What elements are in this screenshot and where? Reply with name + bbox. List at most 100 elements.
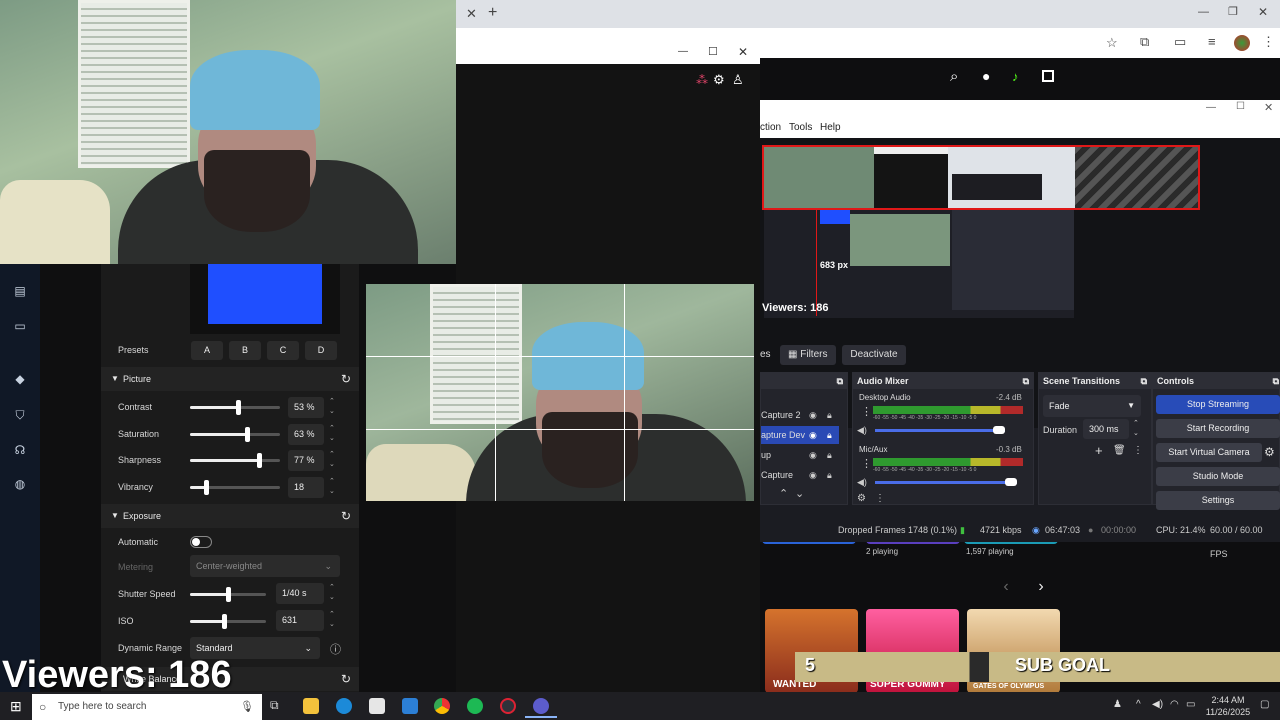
carousel-next-button[interactable]: › (1028, 577, 1054, 599)
eye-icon[interactable]: ◉ (809, 426, 817, 444)
volume-slider[interactable] (875, 478, 1017, 486)
metering-select[interactable]: Center-weighted ⌄ (190, 555, 340, 577)
transition-menu-icon[interactable]: ⋮ (1133, 445, 1143, 456)
spin-up-icon[interactable]: ⌃ (329, 398, 335, 406)
carousel-prev-button[interactable]: ‹ (993, 577, 1019, 599)
spin-down-icon[interactable]: ⌄ (329, 461, 335, 469)
settings-button[interactable]: Settings (1156, 491, 1280, 510)
virtual-camera-settings-icon[interactable]: ⚙ (1264, 445, 1275, 459)
apps-icon[interactable]: ⁂ (696, 73, 708, 87)
shield-icon[interactable]: ⛉ (12, 408, 28, 424)
spotify-icon[interactable] (467, 698, 483, 714)
people-icon[interactable]: ♟ (1113, 699, 1122, 710)
notification-bell-icon[interactable]: ♪ (1012, 69, 1019, 84)
channel-menu-icon[interactable]: ⋮ (861, 457, 872, 470)
menu-item-help[interactable]: Help (820, 122, 841, 133)
channel-menu-icon[interactable]: ⋮ (861, 405, 872, 418)
preset-a-button[interactable]: A (191, 341, 223, 360)
close-icon[interactable]: ✕ (1264, 101, 1273, 114)
chrome-icon[interactable] (434, 698, 450, 714)
network-icon[interactable]: ▭ (1186, 699, 1195, 710)
duration-input[interactable]: 300 ms (1083, 419, 1129, 439)
shutter-speed-value[interactable]: 1/40 s (276, 583, 324, 604)
gear-icon[interactable]: ⚙ (713, 72, 725, 88)
chevron-up-icon[interactable]: ^ (1136, 699, 1141, 710)
lock-icon[interactable]: 🔒︎ (827, 406, 832, 424)
chat-icon[interactable]: ▭ (12, 319, 28, 335)
lock-icon[interactable]: 🔒︎ (827, 466, 832, 484)
search-icon[interactable]: ⌕ (950, 68, 958, 85)
spin-down-icon[interactable]: ⌄ (329, 408, 335, 416)
task-view-icon[interactable]: ⧉ (270, 698, 286, 714)
microphone-icon[interactable]: 🎙︎ (240, 694, 254, 720)
source-row[interactable]: up ◉ 🔒︎ (761, 446, 847, 464)
maximize-icon[interactable]: ☐ (1236, 101, 1245, 112)
spin-up-icon[interactable]: ⌃ (329, 425, 335, 433)
profile-avatar[interactable] (1234, 35, 1250, 51)
spin-down-icon[interactable]: ⌄ (1133, 429, 1139, 437)
reset-icon[interactable]: ↻ (341, 667, 351, 691)
volume-icon[interactable]: ◀) (1152, 699, 1163, 710)
picture-row-value[interactable]: 53 % (288, 397, 324, 418)
close-tab-icon[interactable]: ✕ (466, 6, 477, 22)
studio-mode-button[interactable]: Studio Mode (1156, 467, 1280, 486)
transition-select[interactable]: Fade ▼ (1043, 395, 1141, 417)
preset-d-button[interactable]: D (305, 341, 337, 360)
picture-row-slider[interactable] (190, 453, 280, 468)
edge-icon[interactable] (336, 698, 352, 714)
start-recording-button[interactable]: Start Recording (1156, 419, 1280, 438)
picture-row-slider[interactable] (190, 427, 280, 442)
reset-icon[interactable]: ↻ (341, 367, 351, 391)
move-up-icon[interactable]: ⌃ (779, 487, 788, 500)
dock-float-icon[interactable]: ⧉ (1141, 373, 1147, 389)
selection-box[interactable] (762, 145, 1200, 210)
move-down-icon[interactable]: ⌄ (795, 487, 804, 500)
new-tab-button[interactable]: + (488, 4, 497, 22)
dock-float-icon[interactable]: ⧉ (1273, 373, 1279, 389)
picture-row-slider[interactable] (190, 400, 280, 415)
taskbar-search[interactable]: ○ Type here to search 🎙︎ (32, 694, 262, 720)
dock-float-icon[interactable]: ⧉ (837, 373, 843, 389)
iso-value[interactable]: 631 (276, 610, 324, 631)
camera-app-icon[interactable] (533, 698, 549, 714)
spin-up-icon[interactable]: ⌃ (329, 451, 335, 459)
preset-b-button[interactable]: B (229, 341, 261, 360)
eye-icon[interactable]: ◉ (809, 406, 817, 424)
file-explorer-icon[interactable] (303, 698, 319, 714)
document-icon[interactable]: ▤ (12, 284, 28, 300)
picture-row-value[interactable]: 63 % (288, 424, 324, 445)
volume-slider[interactable] (875, 426, 1005, 434)
menu-item-tools[interactable]: Tools (789, 122, 812, 133)
speaker-icon[interactable]: ◀) (857, 477, 867, 488)
source-row[interactable]: Capture ◉ 🔒︎ (761, 466, 847, 484)
minimize-icon[interactable]: — (1198, 6, 1209, 18)
picture-row-value[interactable]: 18 (288, 477, 324, 498)
mixer-menu-icon[interactable]: ⋮ (875, 493, 885, 504)
cast-icon[interactable]: ▭ (1174, 34, 1186, 50)
spin-up-icon[interactable]: ⌃ (1133, 419, 1139, 427)
filters-button[interactable]: ▦ Filters (780, 345, 836, 365)
start-virtual-camera-button[interactable]: Start Virtual Camera (1156, 443, 1262, 462)
picture-row-value[interactable]: 77 % (288, 450, 324, 471)
deactivate-button[interactable]: Deactivate (842, 345, 906, 365)
restore-icon[interactable]: ❐ (1228, 5, 1238, 18)
user-icon[interactable]: ● (982, 68, 990, 84)
store-icon[interactable] (369, 698, 385, 714)
source-row-selected[interactable]: apture Dev ◉ 🔒︎ (761, 426, 839, 444)
notifications-icon[interactable]: ▢ (1260, 699, 1269, 710)
reading-list-icon[interactable]: ≡ (1208, 34, 1216, 49)
speaker-icon[interactable]: ◀) (857, 425, 867, 436)
eye-icon[interactable]: ◉ (809, 466, 817, 484)
spin-down-icon[interactable]: ⌄ (329, 488, 335, 496)
preset-c-button[interactable]: C (267, 341, 299, 360)
spin-down-icon[interactable]: ⌄ (329, 621, 335, 629)
add-transition-icon[interactable]: + (1095, 443, 1103, 458)
spin-up-icon[interactable]: ⌃ (329, 584, 335, 592)
exposure-section-header[interactable]: ▼ Exposure ↻ (101, 504, 359, 528)
source-row[interactable]: Capture 2 ◉ 🔒︎ (761, 406, 847, 424)
menu-dots-icon[interactable]: ⋮ (1262, 34, 1275, 50)
minimize-icon[interactable]: — (678, 46, 688, 57)
shutter-speed-slider[interactable] (190, 587, 266, 602)
menu-item[interactable]: ction (760, 122, 781, 133)
gem-icon[interactable]: ◆ (12, 372, 28, 388)
